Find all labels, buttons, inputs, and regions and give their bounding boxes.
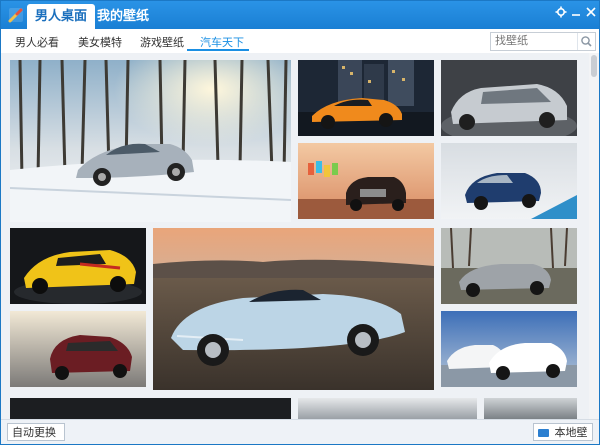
wallpaper-thumbnail[interactable] <box>298 398 477 419</box>
wallpaper-thumbnail[interactable] <box>441 228 577 304</box>
auto-change-button[interactable]: 自动更换 <box>7 423 65 441</box>
tab-my-wallpapers[interactable]: 我的壁纸 <box>89 4 157 29</box>
wallpaper-thumbnail[interactable] <box>298 60 434 136</box>
wallpaper-thumbnail[interactable] <box>153 228 434 390</box>
auto-change-label: 自动更换 <box>12 426 56 439</box>
scrollbar-thumb[interactable] <box>591 55 597 77</box>
tab-car-world[interactable]: 汽车天下 <box>200 34 244 50</box>
search-box <box>490 32 596 51</box>
minimize-icon[interactable] <box>569 6 583 20</box>
wallpaper-thumbnail[interactable] <box>10 398 291 419</box>
search-input[interactable] <box>491 33 579 48</box>
wallpaper-thumbnail[interactable] <box>484 398 577 419</box>
title-bar: 男人桌面 我的壁纸 <box>1 1 599 29</box>
wallpaper-gallery <box>1 53 589 419</box>
local-wallpaper-button[interactable]: 本地壁纸 <box>533 423 593 441</box>
wallpaper-thumbnail[interactable] <box>441 311 577 387</box>
active-tab-indicator <box>187 49 249 51</box>
close-icon[interactable] <box>584 6 598 20</box>
wallpaper-thumbnail[interactable] <box>10 228 146 304</box>
search-icon[interactable] <box>577 33 595 50</box>
wallpaper-thumbnail[interactable] <box>10 60 291 222</box>
wallpaper-thumbnail[interactable] <box>441 60 577 136</box>
scrollbar[interactable] <box>589 53 599 419</box>
wallpaper-window: 男人桌面 我的壁纸 男人必看 美女模特 游戏壁纸 汽车天下 找壁纸 自动更换 本… <box>0 0 600 445</box>
folder-icon <box>538 429 549 437</box>
tab-men-must-see[interactable]: 男人必看 <box>15 34 59 50</box>
wallpaper-thumbnail[interactable] <box>10 311 146 387</box>
tab-game-wallpapers[interactable]: 游戏壁纸 <box>140 34 184 50</box>
wallpaper-thumbnail[interactable] <box>298 143 434 219</box>
wallpaper-thumbnail[interactable] <box>441 143 577 219</box>
app-logo-icon <box>7 6 25 24</box>
bottom-bar: 自动更换 本地壁纸 <box>1 419 599 444</box>
tab-beauty-models[interactable]: 美女模特 <box>78 34 122 50</box>
gear-icon[interactable] <box>554 6 568 20</box>
tab-men-desktop[interactable]: 男人桌面 <box>27 4 96 29</box>
